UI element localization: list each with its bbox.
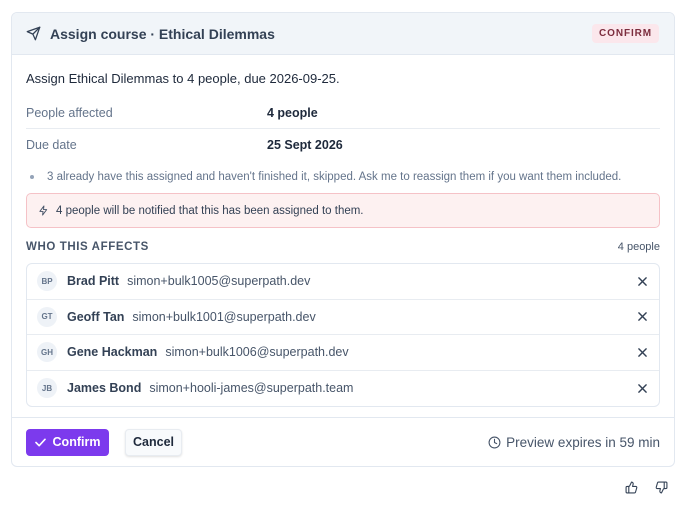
affects-count: 4 people [617,241,660,253]
person-name: Gene Hackman [67,345,158,360]
close-icon [637,312,647,322]
affects-section-header: WHO THIS AFFECTS 4 people [26,239,660,255]
person-email: simon+bulk1005@superpath.dev [127,274,311,289]
lightning-icon [38,204,50,218]
avatar: BP [37,271,57,292]
person-email: simon+hooli-james@superpath.team [149,381,354,396]
skipped-note: 3 already have this assigned and haven't… [26,169,660,185]
remove-person-button[interactable] [634,309,650,325]
remove-person-button[interactable] [634,273,650,289]
affects-section-title: WHO THIS AFFECTS [26,241,149,253]
close-icon [637,276,647,286]
avatar: GH [37,342,57,363]
assignment-summary: Assign Ethical Dilemmas to 4 people, due… [26,71,340,86]
person-email: simon+bulk1006@superpath.dev [165,345,349,360]
check-icon [34,438,46,447]
avatar: GT [37,306,57,327]
detail-row-people-affected: People affected 4 people [26,98,660,129]
preview-expiry-text: Preview expires in 59 min [506,434,660,450]
person-name: Geoff Tan [67,309,125,324]
card-footer: Confirm Cancel Preview expires in 59 min [12,417,674,466]
detail-value: 4 people [267,106,318,120]
person-row: BP Brad Pitt simon+bulk1005@superpath.de… [27,264,659,300]
send-icon [26,26,42,42]
card-header: Assign course · Ethical Dilemmas CONFIRM [12,13,674,55]
confirm-button-label: Confirm [52,435,101,449]
cancel-button[interactable]: Cancel [125,428,182,456]
assign-course-card: Assign course · Ethical Dilemmas CONFIRM… [11,12,675,467]
people-list: BP Brad Pitt simon+bulk1005@superpath.de… [26,263,660,407]
confirm-button[interactable]: Confirm [26,428,109,456]
detail-row-due-date: Due date 25 Sept 2026 [26,129,660,160]
person-row: GT Geoff Tan simon+bulk1001@superpath.de… [27,300,659,335]
person-name: Brad Pitt [67,274,120,289]
remove-person-button[interactable] [634,344,650,360]
bullet-icon [30,175,34,179]
detail-label: People affected [26,106,113,120]
thumbs-up-icon[interactable] [624,480,638,494]
notification-alert-text: 4 people will be notified that this has … [56,204,364,217]
feedback-actions [624,480,668,494]
detail-value: 25 Sept 2026 [267,137,343,152]
notification-alert: 4 people will be notified that this has … [26,193,660,228]
remove-person-button[interactable] [634,380,650,396]
avatar: JB [37,378,57,399]
clock-icon [488,436,501,449]
person-email: simon+bulk1001@superpath.dev [132,309,316,324]
card-body: Assign Ethical Dilemmas to 4 people, due… [12,71,674,407]
person-row: JB James Bond simon+hooli-james@superpat… [27,371,659,407]
skipped-note-text: 3 already have this assigned and haven't… [47,171,622,183]
preview-expiry: Preview expires in 59 min [488,435,660,450]
person-row: GH Gene Hackman simon+bulk1006@superpath… [27,335,659,371]
person-name: James Bond [67,381,142,396]
card-title: Assign course · Ethical Dilemmas [50,25,275,42]
confirm-badge: CONFIRM [592,24,659,43]
close-icon [637,347,647,357]
close-icon [637,383,647,393]
detail-label: Due date [26,137,77,152]
thumbs-down-icon[interactable] [654,480,668,494]
